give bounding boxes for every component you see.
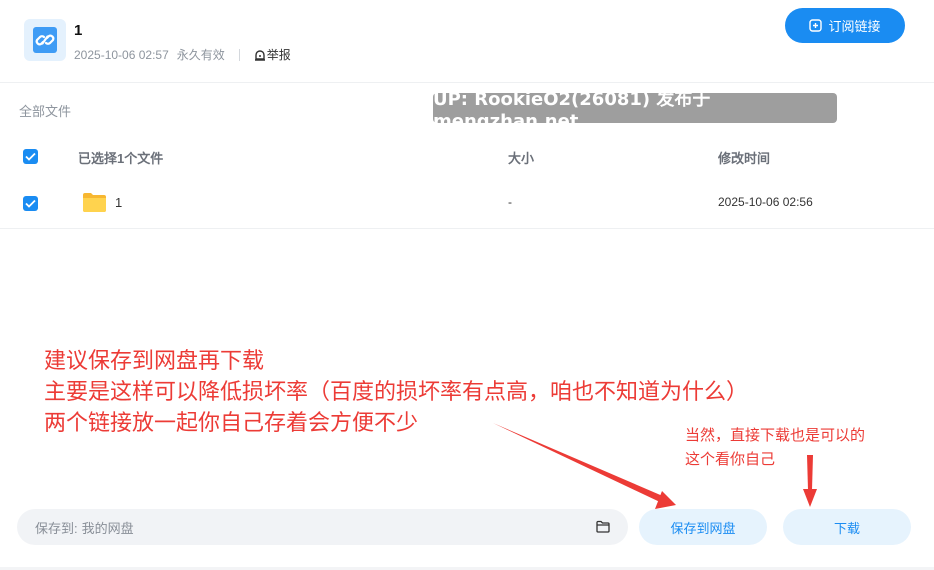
column-size[interactable]: 大小 [508, 148, 534, 167]
annotation-line-3: 两个链接放一起你自己存着会方便不少 [44, 411, 419, 436]
report-link[interactable]: 举报 [254, 46, 291, 63]
annotation-side-line-1: 当然，直接下载也是可以的 [685, 426, 866, 444]
watermark: UP: RookieO2(26081) 发布于 mengzhan.net [433, 89, 837, 132]
file-modified: 2025-10-06 02:56 [718, 195, 813, 209]
save-to-drive-button[interactable]: 保存到网盘 [639, 509, 767, 545]
row-divider [0, 228, 934, 229]
subscribe-link-button[interactable]: 订阅链接 [785, 8, 905, 43]
annotation-side-line-2: 这个看你自己 [685, 450, 776, 468]
share-link-icon [24, 19, 66, 61]
save-to-label: 保存到: [35, 520, 78, 536]
save-to-value: 我的网盘 [81, 520, 134, 536]
file-name[interactable]: 1 [115, 195, 122, 210]
header-divider [0, 82, 934, 83]
report-label: 举报 [266, 48, 291, 62]
share-date: 2025-10-06 02:57 [74, 47, 169, 62]
folder-icon [82, 191, 107, 213]
file-size: - [508, 195, 512, 209]
download-button[interactable]: 下载 [783, 509, 911, 545]
row-checkbox[interactable] [23, 196, 38, 211]
check-icon [25, 199, 36, 208]
share-title: 1 [74, 22, 83, 39]
share-meta: 2025-10-06 02:57 永久有效 举报 [74, 46, 291, 63]
select-all-checkbox[interactable] [23, 149, 38, 164]
meta-divider [238, 48, 240, 61]
plus-square-icon [809, 19, 823, 32]
annotation-line-2: 主要是这样可以降低损坏率（百度的损坏率有点高，咱也不知道为什么） [44, 380, 749, 405]
breadcrumb-all-files[interactable]: 全部文件 [19, 101, 71, 120]
annotation-main: 建议保存到网盘再下载 主要是这样可以降低损坏率（百度的损坏率有点高，咱也不知道为… [44, 346, 748, 439]
save-destination-field[interactable]: 保存到: 我的网盘 [17, 509, 628, 545]
annotation-side: 当然，直接下载也是可以的 这个看你自己 [685, 423, 865, 471]
share-validity: 永久有效 [176, 48, 225, 62]
selected-count-label: 已选择1个文件 [78, 151, 164, 166]
subscribe-label: 订阅链接 [828, 19, 881, 34]
folder-outline-icon[interactable] [596, 520, 610, 536]
annotation-line-1: 建议保存到网盘再下载 [44, 349, 265, 374]
check-icon [25, 152, 36, 161]
report-icon [254, 49, 265, 61]
column-modified[interactable]: 修改时间 [718, 148, 770, 167]
